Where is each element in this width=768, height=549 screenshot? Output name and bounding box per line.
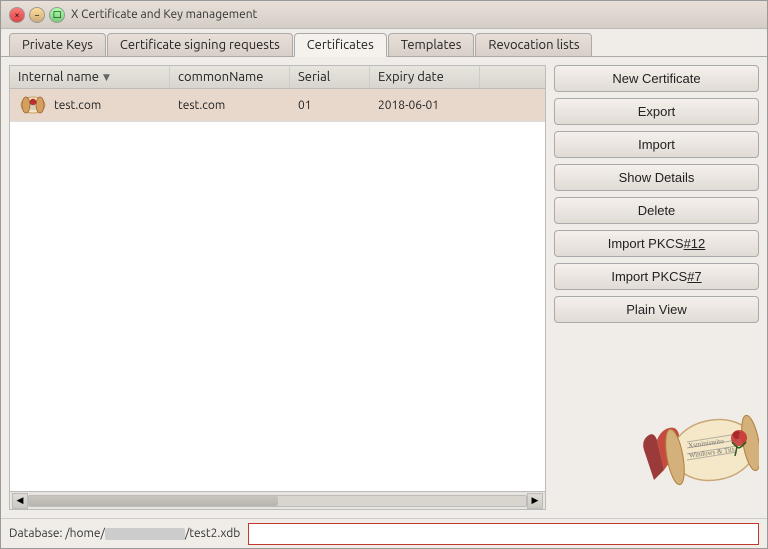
col-header-expiry[interactable]: Expiry date: [370, 66, 480, 88]
database-label: Database: /home//test2.xdb: [9, 527, 240, 540]
right-panel: New Certificate Export Import Show Detai…: [554, 65, 759, 510]
sort-arrow-icon: ▼: [103, 72, 110, 83]
plain-view-button[interactable]: Plain View: [554, 296, 759, 323]
horizontal-scrollbar[interactable]: ◀ ▶: [10, 491, 545, 509]
main-content: Internal name ▼ commonName Serial Expiry…: [1, 57, 767, 518]
scroll-left-button[interactable]: ◀: [12, 493, 28, 509]
status-bar: Database: /home//test2.xdb: [1, 518, 767, 548]
new-certificate-button[interactable]: New Certificate: [554, 65, 759, 92]
tab-csr[interactable]: Certificate signing requests: [107, 33, 293, 56]
cell-serial: 01: [290, 97, 370, 114]
import-button[interactable]: Import: [554, 131, 759, 158]
cell-internal-name: test.com: [10, 92, 170, 118]
path-blurred: [105, 528, 185, 540]
logo-area: Xsministeito Windows & Tits: [554, 329, 759, 510]
window-title: X Certificate and Key management: [71, 8, 257, 21]
minimize-button[interactable]: −: [29, 7, 45, 23]
scrollbar-track[interactable]: [28, 495, 527, 507]
tab-bar: Private Keys Certificate signing request…: [1, 29, 767, 57]
table-body: test.com test.com 01 2018-06-01: [10, 89, 545, 491]
table-header: Internal name ▼ commonName Serial Expiry…: [10, 66, 545, 89]
main-window: × − □ X Certificate and Key management P…: [0, 0, 768, 549]
col-header-common-name[interactable]: commonName: [170, 66, 290, 88]
tab-revocation[interactable]: Revocation lists: [475, 33, 592, 56]
tab-private-keys[interactable]: Private Keys: [9, 33, 106, 56]
titlebar: × − □ X Certificate and Key management: [1, 1, 767, 29]
app-logo: Xsministeito Windows & Tits: [599, 390, 759, 510]
status-input[interactable]: [248, 523, 759, 545]
certificate-table: Internal name ▼ commonName Serial Expiry…: [9, 65, 546, 510]
close-button[interactable]: ×: [9, 7, 25, 23]
tab-certificates[interactable]: Certificates: [294, 33, 387, 57]
table-row[interactable]: test.com test.com 01 2018-06-01: [10, 89, 545, 122]
window-controls: × − □: [9, 7, 65, 23]
scroll-right-button[interactable]: ▶: [527, 493, 543, 509]
import-pkcs7-button[interactable]: Import PKCS#7: [554, 263, 759, 290]
tab-templates[interactable]: Templates: [388, 33, 475, 56]
cell-expiry: 2018-06-01: [370, 97, 480, 114]
col-header-serial[interactable]: Serial: [290, 66, 370, 88]
import-pkcs12-button[interactable]: Import PKCS#12: [554, 230, 759, 257]
delete-button[interactable]: Delete: [554, 197, 759, 224]
export-button[interactable]: Export: [554, 98, 759, 125]
col-header-internal-name[interactable]: Internal name ▼: [10, 66, 170, 88]
certificate-icon: [18, 94, 48, 116]
cell-common-name: test.com: [170, 97, 290, 114]
scrollbar-thumb[interactable]: [29, 496, 278, 506]
show-details-button[interactable]: Show Details: [554, 164, 759, 191]
maximize-button[interactable]: □: [49, 7, 65, 23]
